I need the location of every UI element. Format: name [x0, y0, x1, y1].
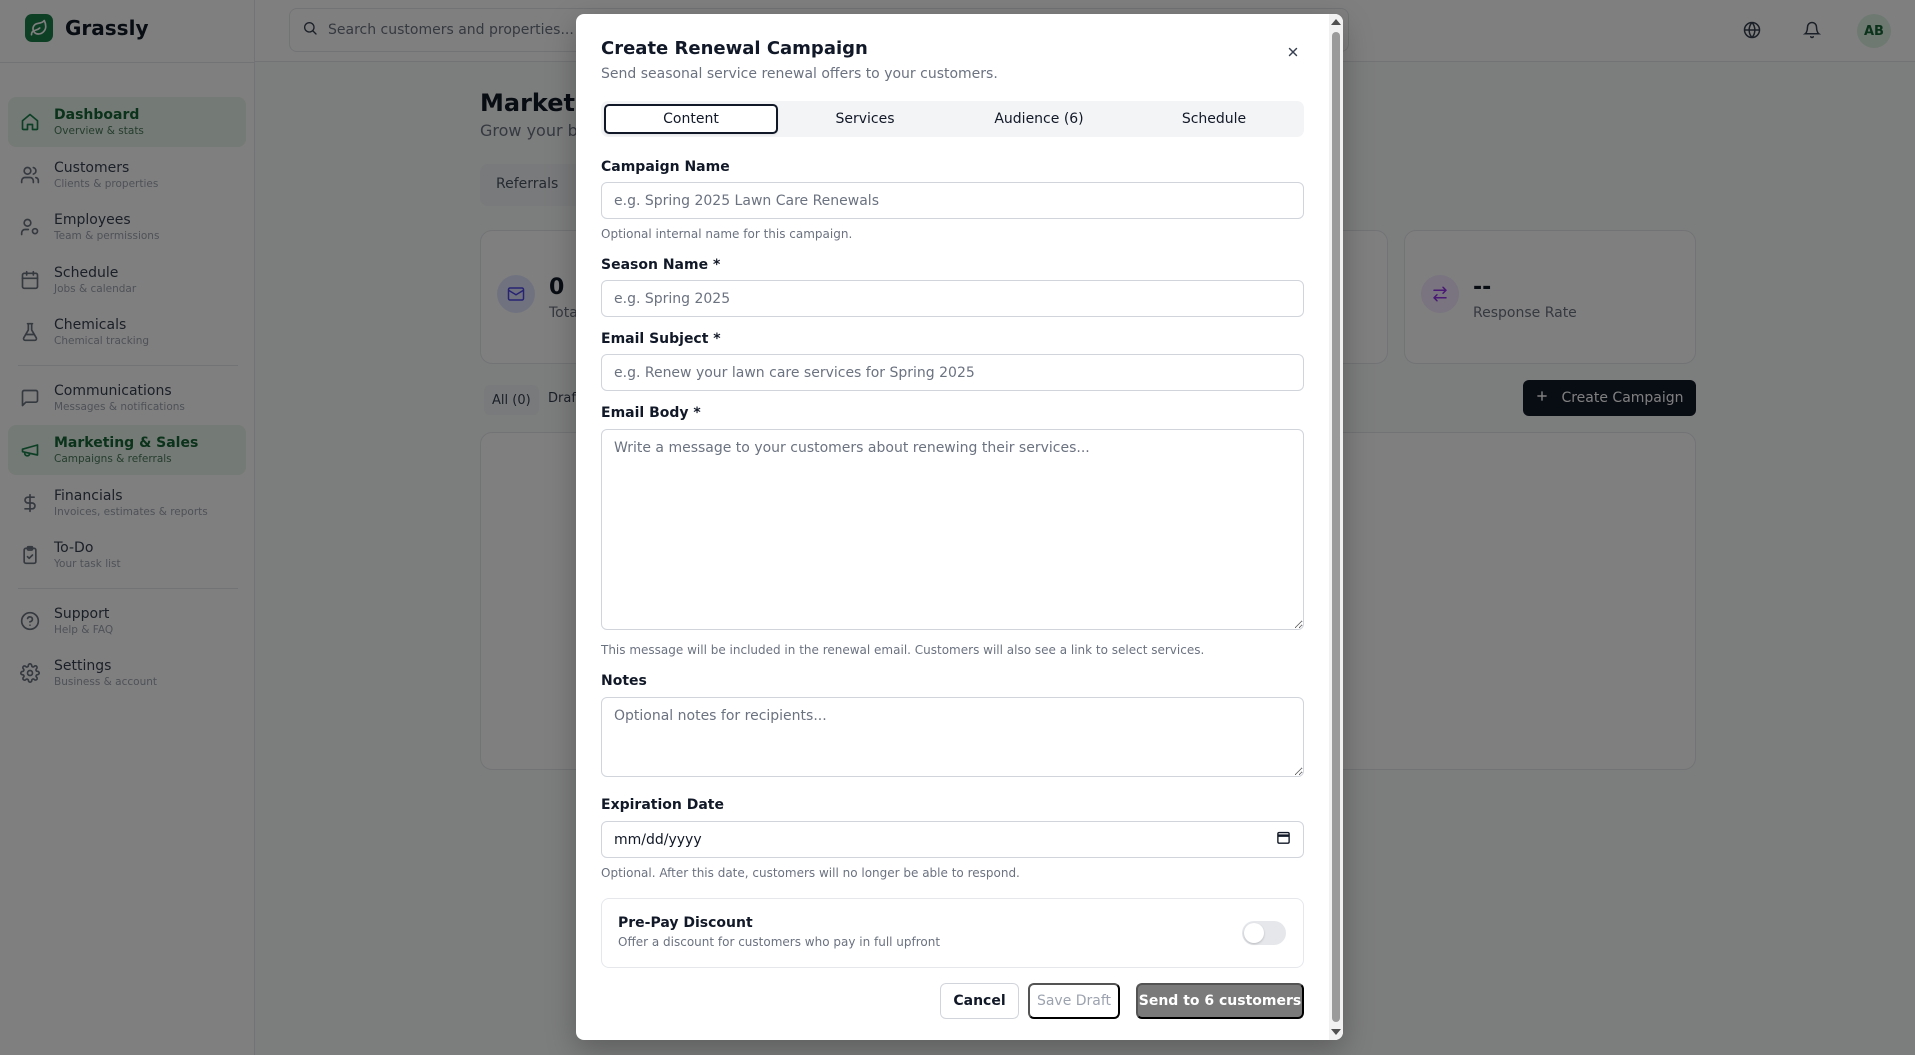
email-subject-input[interactable] — [601, 354, 1304, 391]
email-body-help: This message will be included in the ren… — [601, 643, 1205, 657]
tab-schedule[interactable]: Schedule — [1127, 104, 1301, 134]
season-name-input[interactable] — [601, 280, 1304, 317]
close-icon[interactable] — [1283, 42, 1303, 62]
scrollbar-thumb[interactable] — [1332, 32, 1340, 1022]
save-draft-button[interactable]: Save Draft — [1028, 983, 1120, 1019]
email-body-label: Email Body * — [601, 405, 701, 421]
expiration-date-help: Optional. After this date, customers wil… — [601, 866, 1020, 880]
email-body-textarea[interactable] — [601, 429, 1304, 630]
create-renewal-campaign-dialog: Create Renewal Campaign Send seasonal se… — [576, 14, 1343, 1040]
notes-textarea[interactable] — [601, 697, 1304, 777]
expiration-date-label: Expiration Date — [601, 797, 724, 813]
email-subject-label: Email Subject * — [601, 331, 721, 347]
scroll-up-icon[interactable] — [1331, 19, 1341, 25]
dialog-scrollbar[interactable] — [1329, 14, 1343, 1040]
prepay-discount-card: Pre-Pay Discount Offer a discount for cu… — [601, 898, 1304, 968]
dialog-title: Create Renewal Campaign — [601, 38, 868, 59]
calendar-icon[interactable] — [1276, 830, 1291, 849]
campaign-name-label: Campaign Name — [601, 159, 730, 175]
campaign-name-input[interactable] — [601, 182, 1304, 219]
prepay-discount-subtitle: Offer a discount for customers who pay i… — [618, 935, 941, 949]
expiration-date-input[interactable]: mm/dd/yyyy — [601, 821, 1304, 858]
notes-label: Notes — [601, 673, 647, 689]
scroll-down-icon[interactable] — [1331, 1029, 1341, 1035]
prepay-discount-toggle[interactable] — [1242, 921, 1286, 945]
season-name-label: Season Name * — [601, 257, 721, 273]
dialog-description: Send seasonal service renewal offers to … — [601, 66, 998, 82]
prepay-discount-title: Pre-Pay Discount — [618, 915, 753, 931]
send-button[interactable]: Send to 6 customers — [1136, 983, 1304, 1019]
tab-services[interactable]: Services — [778, 104, 952, 134]
tab-content[interactable]: Content — [604, 104, 778, 134]
tab-audience[interactable]: Audience (6) — [952, 104, 1126, 134]
dialog-tabs: Content Services Audience (6) Schedule — [601, 101, 1304, 137]
date-placeholder: mm/dd/yyyy — [614, 831, 702, 848]
campaign-name-help: Optional internal name for this campaign… — [601, 227, 853, 241]
toggle-knob — [1244, 923, 1264, 943]
cancel-button[interactable]: Cancel — [940, 983, 1019, 1019]
